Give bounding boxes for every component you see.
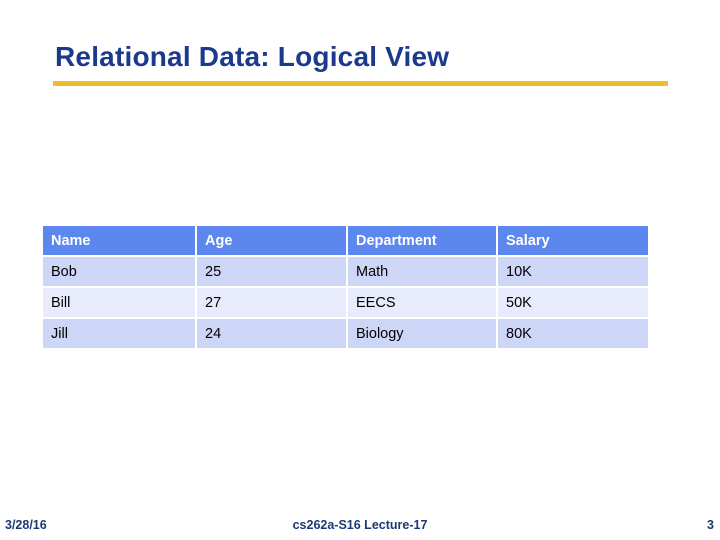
relational-data-table: Name Age Department Salary Bob 25 Math 1… [43, 226, 648, 348]
cell-salary: 10K [498, 257, 648, 288]
column-header-name: Name [43, 226, 197, 257]
table-row: Bill 27 EECS 50K [43, 288, 648, 319]
title-divider-rule [53, 81, 668, 86]
cell-department: Math [348, 257, 498, 288]
slide-canvas: Relational Data: Logical View Name Age D… [0, 0, 720, 540]
table-row: Bob 25 Math 10K [43, 257, 648, 288]
cell-salary: 80K [498, 319, 648, 348]
table-header-row: Name Age Department Salary [43, 226, 648, 257]
cell-salary: 50K [498, 288, 648, 319]
column-header-age: Age [197, 226, 348, 257]
table-row: Jill 24 Biology 80K [43, 319, 648, 348]
cell-name: Bob [43, 257, 197, 288]
column-header-salary: Salary [498, 226, 648, 257]
cell-name: Jill [43, 319, 197, 348]
cell-department: EECS [348, 288, 498, 319]
cell-age: 25 [197, 257, 348, 288]
footer-page-number: 3 [707, 518, 714, 532]
cell-name: Bill [43, 288, 197, 319]
cell-age: 24 [197, 319, 348, 348]
cell-department: Biology [348, 319, 498, 348]
cell-age: 27 [197, 288, 348, 319]
column-header-department: Department [348, 226, 498, 257]
page-title: Relational Data: Logical View [55, 41, 450, 72]
